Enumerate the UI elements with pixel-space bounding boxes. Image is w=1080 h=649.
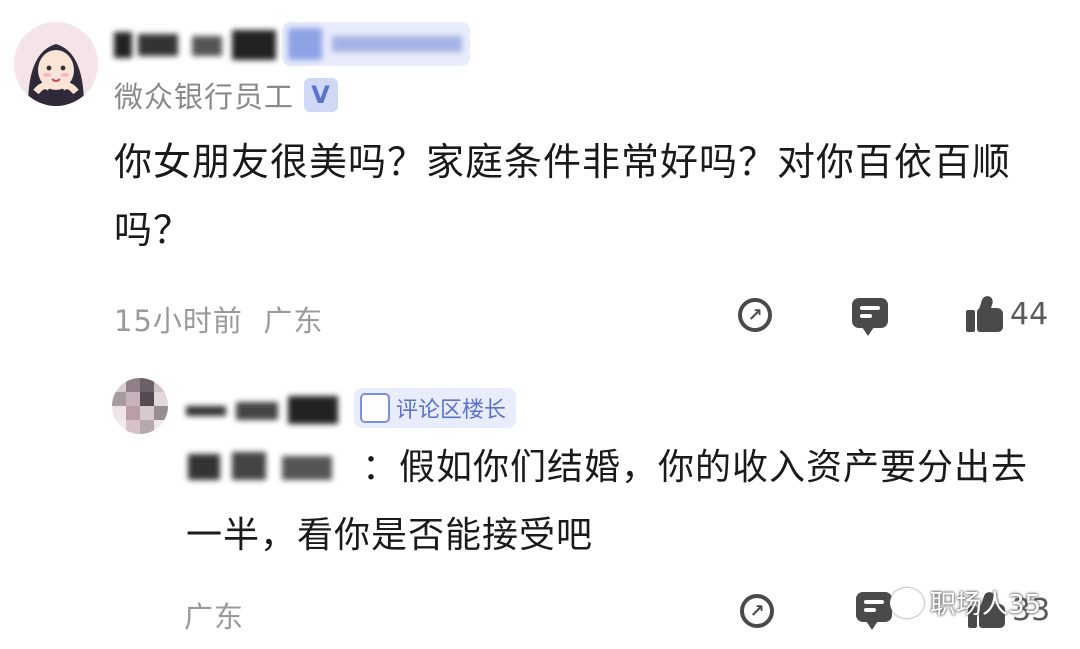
watermark-text: 职场人35 — [930, 590, 1042, 620]
author-role-line: 微众银行员工 V — [114, 74, 339, 116]
comment-location: 广东 — [263, 304, 324, 338]
reply-location: 广东 — [184, 600, 245, 634]
comment-meta: 15小时前 广东 — [114, 298, 323, 340]
like-button[interactable]: 44 — [966, 294, 1049, 332]
author-role: 微众银行员工 — [114, 80, 295, 114]
reply-reply-button[interactable] — [856, 592, 892, 630]
comment-text: 你女朋友很美吗？家庭条件非常好吗？对你百依百顺吗？ — [114, 140, 1012, 252]
comment-thread: 微众银行员工 V 你女朋友很美吗？家庭条件非常好吗？对你百依百顺吗？ 15小时前… — [0, 0, 1080, 649]
floor-leader-icon — [360, 393, 390, 423]
floor-leader-label: 评论区楼长 — [396, 398, 507, 423]
reply-username-redacted[interactable] — [186, 392, 346, 426]
avatar-illustration — [14, 22, 98, 106]
thumbs-up-icon — [966, 294, 1004, 332]
username-redacted[interactable] — [114, 26, 279, 62]
user-badge-redacted — [282, 22, 470, 66]
floor-leader-badge: 评论区楼长 — [354, 388, 517, 428]
like-count: 44 — [1010, 296, 1049, 332]
reply-avatar[interactable] — [112, 378, 168, 434]
comment-icon — [852, 298, 888, 336]
share-button[interactable]: ↗ — [738, 298, 772, 332]
reply-text: ：假如你们结婚，你的收入资产要分出去一半，看你是否能接受吧 — [186, 447, 1029, 556]
reply-button[interactable] — [852, 298, 888, 336]
watermark: 职场人35 — [890, 584, 1041, 621]
share-icon: ↗ — [740, 594, 774, 628]
reply-share-button[interactable]: ↗ — [740, 594, 774, 628]
avatar-pixelated — [112, 378, 168, 434]
wechat-icon — [890, 587, 924, 618]
comment-icon — [856, 592, 892, 630]
avatar[interactable] — [14, 22, 98, 106]
verified-icon: V — [304, 78, 339, 112]
comment-time: 15小时前 — [114, 304, 243, 338]
share-icon: ↗ — [738, 298, 772, 332]
